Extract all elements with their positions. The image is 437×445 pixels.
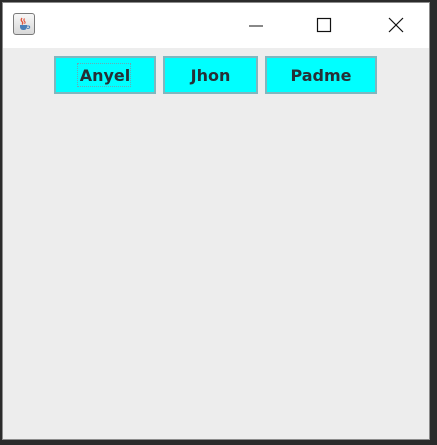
title-bar[interactable] [3,3,429,48]
minimize-icon [249,25,263,27]
jhon-button[interactable]: Jhon [163,56,258,94]
content-panel: Anyel Jhon Padme [3,48,429,439]
anyel-button-label: Anyel [79,65,131,85]
minimize-button[interactable] [233,3,279,48]
close-button[interactable] [373,3,419,48]
app-window: Anyel Jhon Padme [2,2,430,440]
maximize-icon [316,17,332,33]
padme-button[interactable]: Padme [265,56,377,94]
anyel-button[interactable]: Anyel [54,56,156,94]
maximize-button[interactable] [301,3,347,48]
java-coffee-icon[interactable] [13,13,35,35]
close-icon [388,17,404,33]
padme-button-label: Padme [290,65,352,85]
jhon-button-label: Jhon [190,65,231,85]
